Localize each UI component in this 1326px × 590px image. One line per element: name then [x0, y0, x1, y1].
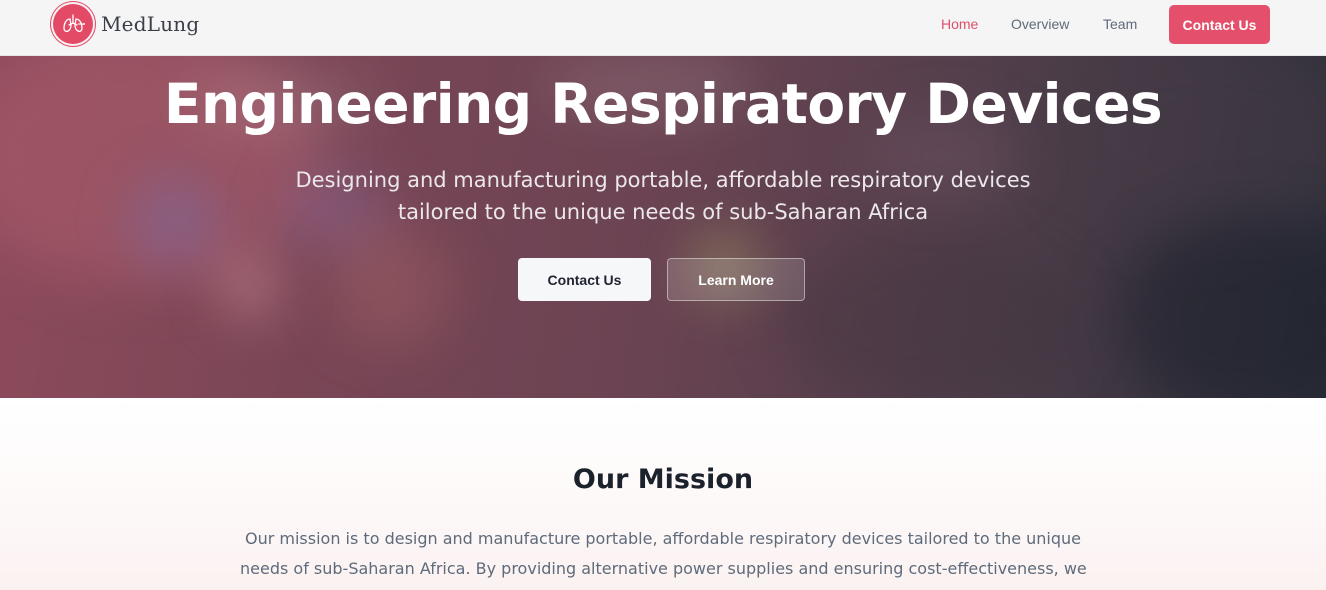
mission-text-line: needs of sub-Saharan Africa. By providin… — [240, 559, 1087, 578]
hero-contact-button[interactable]: Contact Us — [518, 258, 651, 301]
hero-title: Engineering Respiratory Devices — [163, 72, 1163, 136]
nav-overview[interactable]: Overview — [1011, 16, 1069, 32]
page: MedLung Home Overview Team Contact Us En… — [0, 0, 1326, 590]
lungs-icon — [53, 4, 93, 44]
hero-subtitle: Designing and manufacturing portable, af… — [0, 164, 1326, 228]
hero-subtitle-line: tailored to the unique needs of sub-Saha… — [397, 200, 929, 224]
brand-name: MedLung — [101, 12, 200, 36]
learn-more-button[interactable]: Learn More — [667, 258, 805, 301]
nav-contact-button[interactable]: Contact Us — [1169, 5, 1270, 44]
navbar: MedLung Home Overview Team Contact Us — [0, 0, 1326, 56]
nav-home[interactable]: Home — [941, 16, 978, 32]
mission-section: Our Mission Our mission is to design and… — [0, 398, 1326, 590]
nav-team[interactable]: Team — [1103, 16, 1137, 32]
brand-link[interactable]: MedLung — [53, 3, 199, 45]
hero-subtitle-line: Designing and manufacturing portable, af… — [295, 168, 1031, 192]
mission-title: Our Mission — [572, 464, 754, 495]
mission-text: Our mission is to design and manufacture… — [240, 524, 1087, 584]
mission-text-line: Our mission is to design and manufacture… — [244, 529, 1082, 548]
hero-section: Engineering Respiratory Devices Designin… — [0, 56, 1326, 398]
